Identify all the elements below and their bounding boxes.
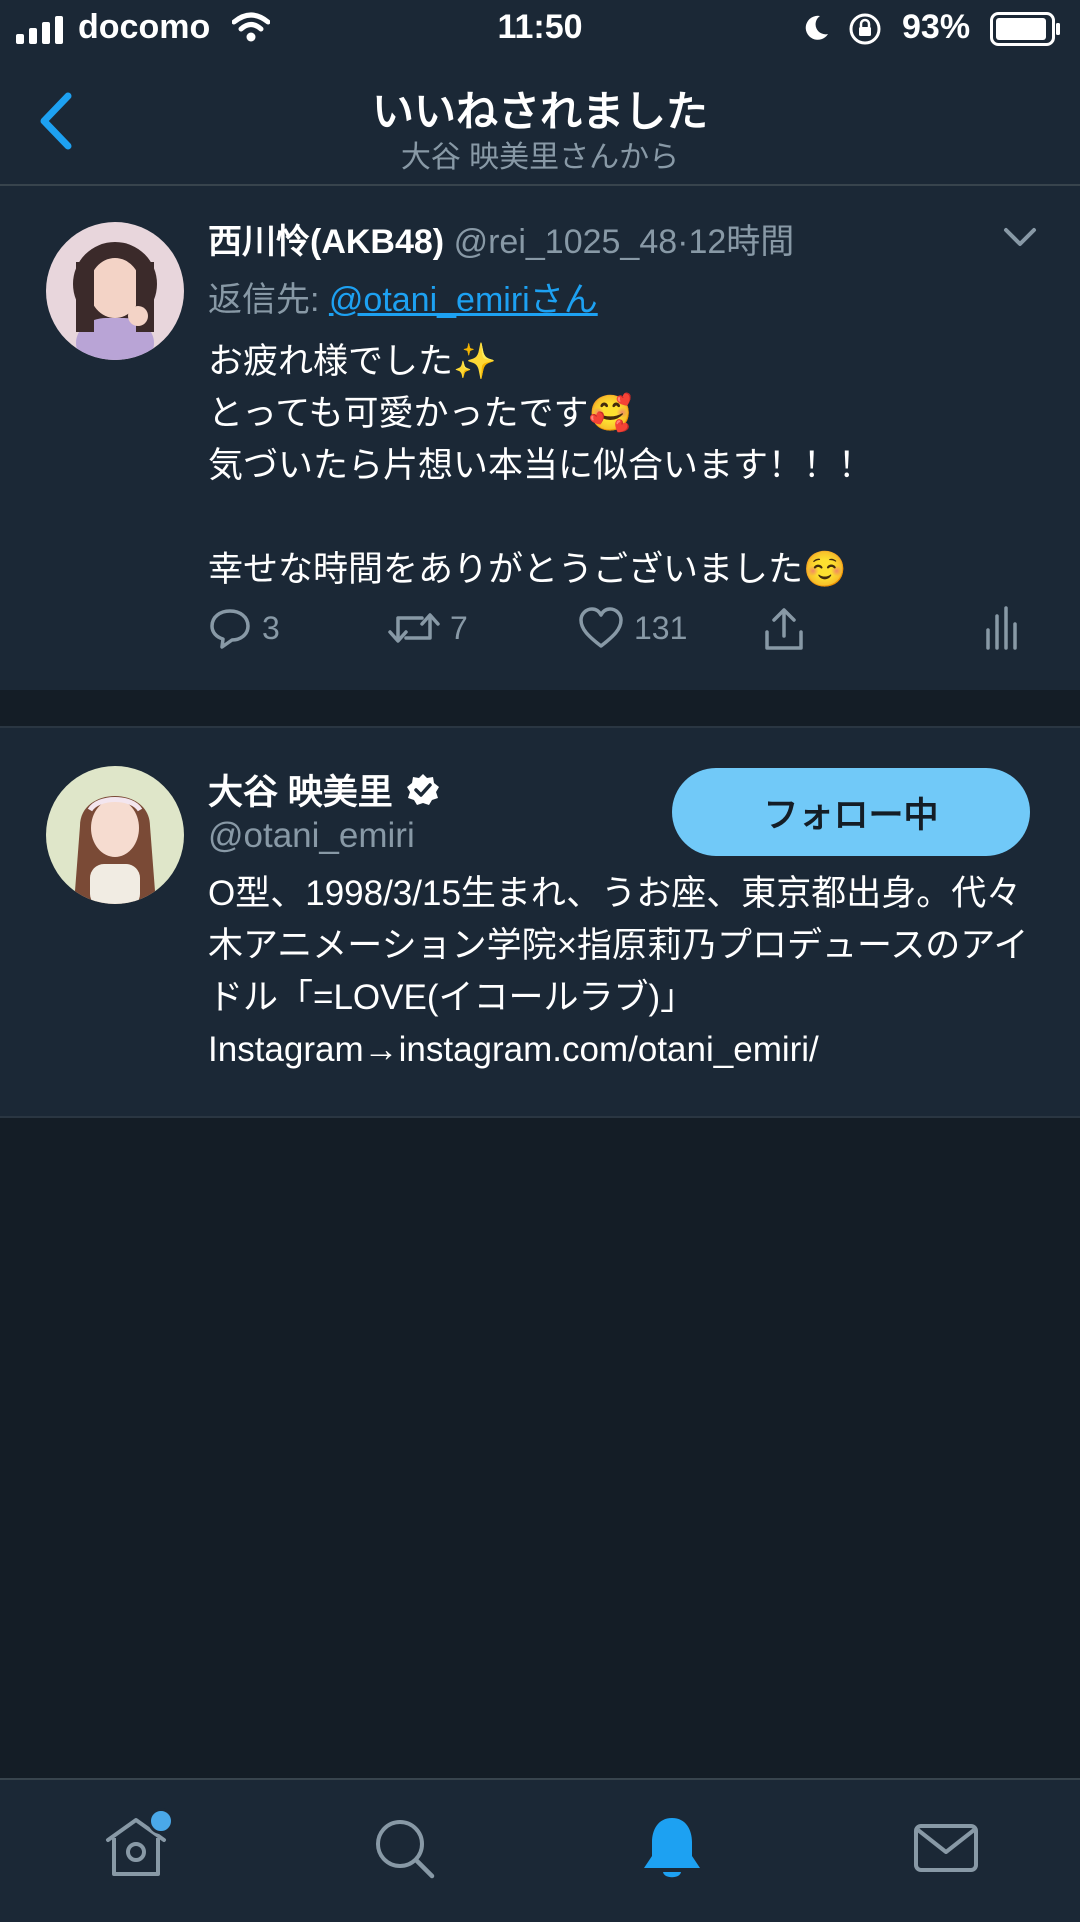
reply-count: 3: [262, 609, 280, 646]
reply-icon: [210, 609, 250, 649]
nav-bar: いいねされました 大谷 映美里さんから: [0, 58, 1080, 186]
status-bar: docomo 11:50 93%: [0, 0, 1080, 58]
battery-icon: [990, 12, 1060, 46]
rotation-lock-icon: [849, 13, 881, 45]
tweet-time: 12時間: [688, 223, 795, 261]
user-bio: O型、1998/3/15生まれ、うお座、東京都出身。代々木アニメーション学院×指…: [208, 874, 1029, 1069]
unread-dot: [148, 1808, 174, 1834]
reply-button[interactable]: 3: [208, 606, 280, 650]
reply-mention-link[interactable]: @otani_emiriさん: [329, 281, 598, 319]
user-handle[interactable]: @otani_emiri: [208, 816, 415, 856]
verified-badge-icon: [406, 773, 439, 805]
reply-context: 返信先: @otani_emiriさん: [208, 272, 598, 321]
battery-percent: 93%: [902, 8, 971, 46]
heart-icon: [579, 607, 623, 648]
reply-prefix: 返信先:: [208, 281, 329, 319]
like-count: 131: [634, 609, 688, 646]
page-title: いいねされました: [371, 88, 708, 135]
user-name-row: 大谷 映美里: [208, 764, 441, 815]
mail-icon: [914, 1824, 978, 1872]
tweet-actions: 3 7 131: [208, 606, 1038, 666]
like-button[interactable]: 131: [578, 606, 687, 650]
tab-notifications[interactable]: [636, 1812, 708, 1884]
tweet-card[interactable]: 西川怜(AKB48) @rei_1025_48·12時間 返信先: @otani…: [0, 186, 1080, 692]
page-subtitle: 大谷 映美里さんから: [400, 141, 680, 174]
tab-home[interactable]: [100, 1808, 174, 1884]
avatar[interactable]: [46, 222, 184, 360]
share-icon: [765, 608, 803, 650]
analytics-icon: [986, 606, 1017, 650]
header-separator: ·: [677, 223, 689, 261]
tab-search[interactable]: [368, 1812, 440, 1884]
bell-icon: [644, 1818, 700, 1878]
retweet-icon: [388, 613, 440, 643]
tab-bar: [0, 1778, 1080, 1922]
avatar[interactable]: [46, 766, 184, 904]
tab-messages[interactable]: [910, 1812, 982, 1884]
share-button[interactable]: [762, 606, 806, 652]
user-name[interactable]: 大谷 映美里: [208, 764, 393, 815]
moon-icon: [805, 15, 828, 40]
user-card[interactable]: 大谷 映美里 @otani_emiri フォロー中 O型、1998/3/15生ま…: [0, 726, 1080, 1118]
retweet-button[interactable]: 7: [388, 606, 468, 650]
tweet-text: お疲れ様でした✨ とっても可愛かったです🥰 気づいたら片想い本当に似合います！！…: [208, 342, 874, 589]
following-button[interactable]: フォロー中: [672, 768, 1030, 856]
section-gap: [0, 690, 1080, 726]
author-name[interactable]: 西川怜(AKB48): [208, 223, 444, 261]
search-icon: [376, 1820, 435, 1879]
analytics-button[interactable]: [984, 606, 1018, 652]
chevron-down-icon[interactable]: [1000, 222, 1040, 252]
tweet-header: 西川怜(AKB48) @rei_1025_48·12時間: [208, 214, 794, 263]
author-handle[interactable]: @rei_1025_48: [454, 223, 678, 261]
retweet-count: 7: [450, 609, 468, 646]
